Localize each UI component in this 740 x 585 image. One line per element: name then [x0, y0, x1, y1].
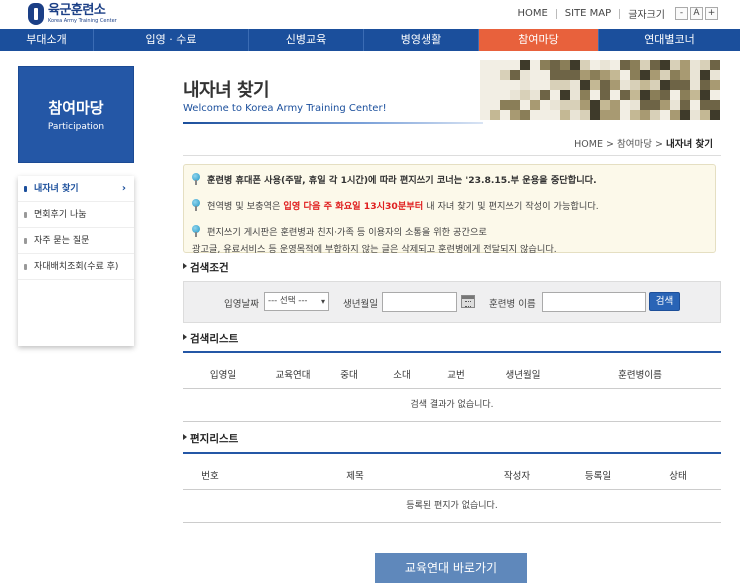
logo-subtitle: Korea Army Training Center	[48, 18, 117, 24]
pushpin-icon	[192, 198, 201, 211]
sidebar-item-faq[interactable]: 자주 묻는 질문	[18, 228, 134, 254]
breadcrumb-separator: >	[605, 139, 614, 150]
page-title: 내자녀 찾기	[183, 80, 270, 101]
notice-highlight: 입영 다음 주 화요일 13시30분부터	[283, 201, 424, 212]
gnb-item-regiment-corner[interactable]: 연대별코너	[599, 29, 740, 51]
home-link[interactable]: HOME	[517, 8, 547, 19]
entry-date-select-value: --- 선택 ---	[268, 296, 308, 306]
gnb-item-participation[interactable]: 참여마당	[479, 29, 599, 51]
site-logo[interactable]: 육군훈련소 Korea Army Training Center	[28, 3, 117, 25]
column-header: 상태	[669, 471, 687, 482]
army-emblem-icon	[28, 3, 44, 25]
breadcrumb-participation[interactable]: 참여마당	[617, 139, 652, 150]
notice-box: 훈련병 휴대폰 사용(주말, 휴일 각 1시간)에 따라 편지쓰기 코너는 '2…	[183, 164, 716, 255]
notice-text: 내 자녀 찾기 및 편지쓰기 작성이 가능합니다.	[423, 201, 599, 212]
sidebar-item-label: 자주 묻는 질문	[34, 236, 90, 246]
column-header: 교육연대	[275, 370, 311, 381]
breadcrumb-home[interactable]: HOME	[574, 139, 603, 150]
font-increase-button[interactable]: +	[705, 7, 718, 20]
sidebar-item-label: 내자녀 찾기	[34, 184, 79, 194]
result-list-heading: 검색리스트	[183, 331, 238, 346]
column-header: 등록일	[584, 471, 612, 482]
column-header: 입영일	[209, 370, 237, 381]
sidebar-item-label: 면회후기 나눔	[34, 210, 87, 220]
gnb-item-recruit-training[interactable]: 신병교육	[249, 29, 364, 51]
sitemap-link[interactable]: SITE MAP	[565, 8, 611, 19]
sidebar-menu: 내자녀 찾기 › 면회후기 나눔 자주 묻는 질문 자대배치조회(수료 후)	[18, 176, 134, 346]
table-header: 번호 제목 작성자 등록일 상태	[183, 452, 721, 490]
title-underline	[183, 122, 483, 124]
sidebar-item-visit-reviews[interactable]: 면회후기 나눔	[18, 202, 134, 228]
notice-item: 편지쓰기 게시판은 훈련병과 친지·가족 등 이용자의 소통을 위한 공간으로 …	[192, 224, 557, 255]
font-reset-button[interactable]: A	[690, 7, 703, 20]
birth-date-input[interactable]	[382, 292, 457, 312]
letter-list-heading: 편지리스트	[183, 431, 238, 446]
section-title-box: 참여마당 Participation	[18, 66, 134, 163]
column-header: 작성자	[503, 471, 531, 482]
chevron-down-icon: ▾	[320, 297, 325, 306]
trainee-name-label: 훈련병 이름	[489, 299, 536, 310]
divider	[619, 8, 621, 19]
font-size-label: 글자크기	[628, 10, 665, 21]
column-header: 중대	[340, 370, 358, 381]
search-button[interactable]: 검색	[649, 292, 680, 311]
regiment-shortcut-button[interactable]: 교육연대 바로가기	[375, 553, 527, 583]
table-header: 입영일 교육연대 중대 소대 교번 생년월일 훈련병이름	[183, 351, 721, 389]
header-visual-image	[480, 60, 720, 120]
notice-text: 훈련병 휴대폰 사용(주말, 휴일 각 1시간)에 따라 편지쓰기 코너는 '2…	[207, 175, 597, 186]
column-header: 교번	[447, 370, 465, 381]
pushpin-icon	[192, 172, 201, 185]
top-bar: 육군훈련소 Korea Army Training Center HOME SI…	[0, 0, 740, 29]
font-decrease-button[interactable]: -	[675, 7, 688, 20]
calendar-icon[interactable]	[461, 295, 475, 308]
trainee-name-input[interactable]	[542, 292, 646, 312]
search-form: 입영날짜 --- 선택 --- ▾ 생년월일 훈련병 이름 검색	[183, 281, 721, 323]
entry-date-select[interactable]: --- 선택 --- ▾	[264, 292, 329, 311]
section-subtitle: Participation	[47, 122, 105, 132]
section-title: 참여마당	[48, 99, 104, 117]
search-heading: 검색조건	[183, 260, 229, 275]
column-header: 소대	[393, 370, 411, 381]
notice-text: 광고글, 유료서비스 등 운영목적에 부합하지 않는 글은 삭제되고 훈련병에게…	[192, 244, 557, 255]
column-header: 생년월일	[505, 370, 541, 381]
sidebar-item-label: 자대배치조회(수료 후)	[34, 262, 119, 272]
gnb-item-enlistment[interactable]: 입영 · 수료	[94, 29, 249, 51]
sidebar-item-find-child[interactable]: 내자녀 찾기 ›	[18, 176, 134, 202]
sidebar-item-unit-assignment[interactable]: 자대배치조회(수료 후)	[18, 254, 134, 280]
notice-item: 훈련병 휴대폰 사용(주말, 휴일 각 1시간)에 따라 편지쓰기 코너는 '2…	[192, 172, 597, 186]
column-header: 제목	[346, 471, 364, 482]
entry-date-label: 입영날짜	[224, 299, 259, 310]
breadcrumb: HOME > 참여마당 > 내자녀 찾기	[574, 136, 713, 150]
divider	[183, 155, 721, 156]
birth-date-label: 생년월일	[343, 299, 378, 310]
notice-text: 편지쓰기 게시판은 훈련병과 친지·가족 등 이용자의 소통을 위한 공간으로	[207, 227, 487, 238]
divider	[555, 8, 557, 19]
pushpin-icon	[192, 224, 201, 237]
chevron-right-icon: ›	[121, 183, 126, 194]
utility-links: HOME SITE MAP 글자크기 - A +	[517, 6, 718, 21]
column-header: 번호	[201, 471, 219, 482]
empty-letter-message: 등록된 편지가 없습니다.	[183, 490, 721, 523]
empty-result-message: 검색 결과가 없습니다.	[183, 389, 721, 422]
main-navigation: 부대소개 입영 · 수료 신병교육 병영생활 참여마당 연대별코너	[0, 29, 740, 51]
page-subtitle: Welcome to Korea Army Training Center!	[183, 103, 387, 114]
gnb-item-unit-intro[interactable]: 부대소개	[0, 29, 94, 51]
gnb-item-barracks-life[interactable]: 병영생활	[364, 29, 479, 51]
breadcrumb-current: 내자녀 찾기	[665, 139, 713, 150]
notice-item: 현역병 및 보충역은 입영 다음 주 화요일 13시30분부터 내 자녀 찾기 …	[192, 198, 599, 212]
logo-title: 육군훈련소	[48, 3, 106, 18]
column-header: 훈련병이름	[618, 370, 662, 381]
notice-text: 현역병 및 보충역은	[207, 201, 284, 212]
breadcrumb-separator: >	[654, 139, 663, 150]
